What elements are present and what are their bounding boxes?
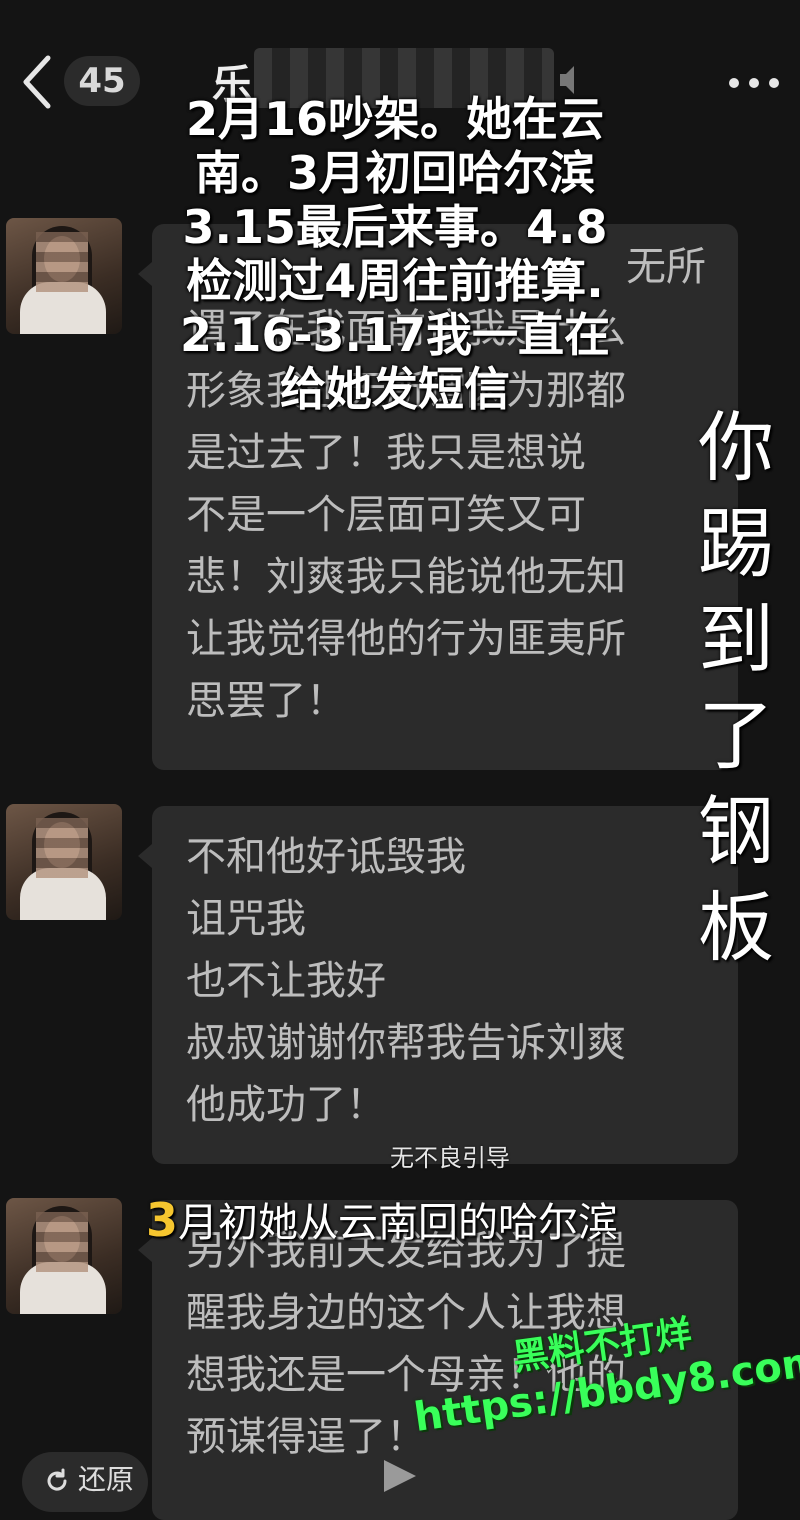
message-line: 也不让我好 bbox=[186, 958, 386, 1004]
caption-char: 踢 bbox=[698, 499, 774, 588]
more-options-icon[interactable] bbox=[728, 76, 780, 90]
message-line: 让我觉得他的行为匪夷所 bbox=[186, 616, 626, 662]
caption-number: 3 bbox=[146, 1193, 179, 1247]
disclaimer-label: 无不良引导 bbox=[390, 1144, 510, 1172]
back-arrow-icon[interactable] bbox=[16, 52, 60, 112]
contact-avatar[interactable] bbox=[6, 218, 122, 334]
refresh-icon bbox=[47, 1468, 67, 1491]
caption-line: 南。3月初回哈尔滨 bbox=[194, 146, 595, 200]
play-icon[interactable] bbox=[376, 1456, 424, 1495]
message-line: 不是一个层面可笑又可 bbox=[186, 492, 586, 538]
caption-char: 了 bbox=[698, 691, 774, 780]
caption-text: 月初她从云南回的哈尔滨 bbox=[178, 1200, 619, 1246]
unread-count-badge[interactable]: 45 bbox=[64, 56, 140, 106]
top-caption-overlay: 2月16吵架。她在云 南。3月初回哈尔滨 3.15最后来事。4.8 检测过4周往… bbox=[160, 92, 630, 416]
caption-line: 检测过4周往前推算. bbox=[186, 254, 604, 308]
message-line: 他成功了！ bbox=[186, 1082, 386, 1128]
contact-avatar[interactable] bbox=[6, 804, 122, 920]
message-line: 诅咒我 bbox=[186, 896, 306, 942]
message-line: 悲！刘爽我只能说他无知 bbox=[186, 554, 626, 600]
caption-line: 给她发短信 bbox=[280, 362, 510, 416]
restore-label: 还原 bbox=[78, 1463, 135, 1496]
caption-line: 2.16-3.17我一直在 bbox=[179, 308, 611, 362]
caption-char: 到 bbox=[698, 595, 774, 684]
message-bubble[interactable]: 不和他好诋毁我 诅咒我 也不让我好 叔叔谢谢你帮我告诉刘爽 他成功了！ bbox=[138, 806, 738, 1164]
caption-line: 3.15最后来事。4.8 bbox=[182, 200, 608, 254]
message-line: 叔叔谢谢你帮我告诉刘爽 bbox=[186, 1020, 626, 1066]
caption-char: 你 bbox=[698, 403, 774, 492]
march-caption-overlay: 3月初她从云南回的哈尔滨 bbox=[146, 1190, 618, 1248]
message-line: 不和他好诋毁我 bbox=[186, 834, 466, 880]
caption-char: 钢 bbox=[698, 787, 774, 876]
caption-line: 2月16吵架。她在云 bbox=[185, 92, 605, 146]
message-line: 思罢了！ bbox=[186, 678, 346, 724]
restore-button[interactable]: 还原 bbox=[22, 1452, 148, 1512]
side-caption-overlay: 你 踢 到 了 钢 板 bbox=[694, 400, 778, 976]
message-line: 是过去了！我只是想说 bbox=[186, 430, 586, 476]
caption-char: 板 bbox=[698, 883, 774, 972]
contact-avatar[interactable] bbox=[6, 1198, 122, 1314]
